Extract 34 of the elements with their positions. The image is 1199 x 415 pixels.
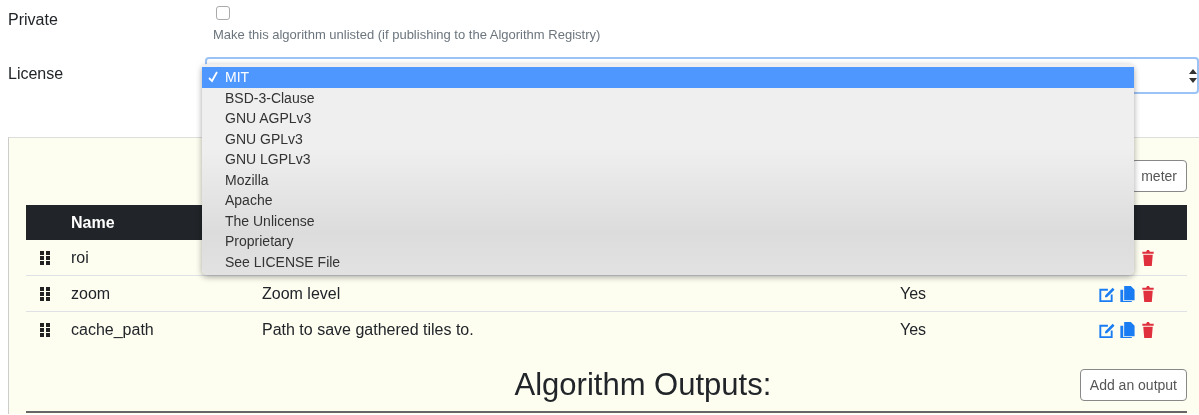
- copy-icon[interactable]: [1118, 284, 1136, 303]
- dropdown-option[interactable]: GNU GPLv3: [202, 128, 1134, 149]
- dropdown-option[interactable]: BSD-3-Clause: [202, 87, 1134, 108]
- dropdown-option[interactable]: GNU LGPLv3: [202, 149, 1134, 170]
- section-heading: Algorithm Outputs:: [513, 367, 773, 403]
- table-cell-text: Zoom level: [262, 284, 342, 303]
- drag-handle-icon[interactable]: [40, 322, 51, 337]
- checkmark-icon: [208, 71, 218, 83]
- add-parameter-button[interactable]: meter: [1131, 160, 1187, 192]
- drag-handle-icon[interactable]: [40, 286, 51, 301]
- updown-icon[interactable]: [1189, 68, 1197, 83]
- column-header: Name: [71, 213, 115, 232]
- dropdown-option[interactable]: Proprietary: [202, 231, 1134, 252]
- table-cell: zoom: [71, 284, 111, 302]
- help-text: Make this algorithm unlisted (if publishing to the Algorithm Registry): [213, 27, 601, 42]
- dropdown-option[interactable]: Apache: [202, 190, 1134, 211]
- field-label: License: [8, 64, 65, 84]
- field-label: Private: [8, 10, 59, 30]
- table-cell-text: Yes: [900, 284, 928, 303]
- table-cell: roi: [71, 248, 89, 266]
- checkbox[interactable]: [216, 6, 230, 20]
- table-cell: cache_path: [71, 320, 154, 338]
- add-output-button[interactable]: Add an output: [1079, 369, 1187, 401]
- trash-icon[interactable]: [1139, 248, 1157, 267]
- dropdown-option[interactable]: GNU AGPLv3: [202, 108, 1134, 129]
- dropdown-option[interactable]: Mozilla: [202, 169, 1134, 190]
- trash-icon[interactable]: [1139, 284, 1157, 303]
- drag-handle-icon[interactable]: [40, 250, 51, 265]
- trash-icon[interactable]: [1139, 320, 1157, 339]
- table-cell-text: Path to save gathered tiles to.: [262, 320, 475, 339]
- table-cell-text: Yes: [900, 320, 928, 339]
- dropdown-option[interactable]: The Unlicense: [202, 210, 1134, 231]
- dropdown-option[interactable]: See LICENSE File: [202, 251, 1134, 272]
- copy-icon[interactable]: [1118, 320, 1136, 339]
